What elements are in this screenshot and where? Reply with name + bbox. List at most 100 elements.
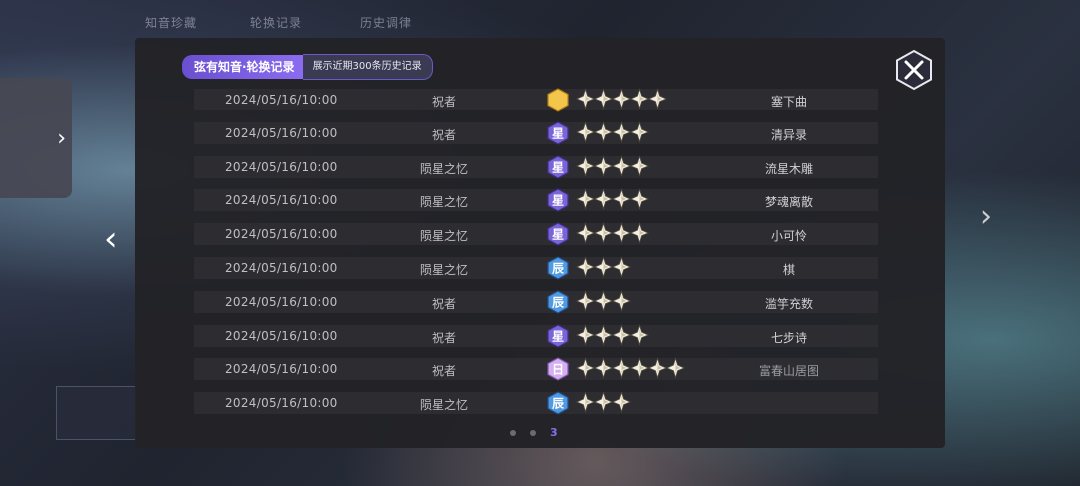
background-tab-3: 历史调律	[360, 16, 413, 30]
star-rating	[575, 188, 650, 212]
page-dot[interactable]	[510, 429, 516, 436]
record-row: 2024/05/16/10:00 陨星之忆 星 流星木雕	[194, 154, 878, 179]
star-icon	[575, 121, 596, 145]
star-icon	[575, 188, 596, 212]
star-rating	[575, 357, 686, 381]
star-icon	[611, 391, 632, 415]
record-row: 2024/05/16/10:00 祝者 星 清异录	[194, 121, 878, 145]
record-item: 小可怜	[770, 229, 807, 244]
star-icon	[593, 222, 614, 246]
record-row: 2024/05/16/10:00 祝者 日 富春山居图	[194, 357, 878, 382]
record-item: 梦魂离散	[764, 195, 813, 210]
chevron-right-icon[interactable]: ›	[980, 202, 992, 232]
page-dot[interactable]	[530, 429, 536, 436]
star-icon	[629, 357, 650, 381]
rarity-badge-icon: 星	[546, 222, 570, 246]
star-icon	[593, 290, 614, 314]
record-item: 塞下曲	[770, 95, 807, 109]
star-icon	[593, 121, 614, 145]
rarity-badge-icon: 星	[546, 323, 570, 348]
star-rating	[575, 256, 632, 280]
star-icon	[611, 154, 632, 179]
star-icon	[629, 323, 650, 348]
record-row: 2024/05/16/10:00 陨星之忆 星 小可怜	[194, 222, 878, 246]
star-icon	[611, 121, 632, 145]
record-date: 2024/05/16/10:00	[225, 159, 338, 174]
record-row: 2024/05/16/10:00 祝者 星 七步诗	[194, 323, 878, 348]
record-pool: 陨星之忆	[419, 229, 468, 244]
record-row: 2024/05/16/10:00 陨星之忆 辰	[194, 391, 878, 415]
record-pool: 祝者	[431, 127, 456, 142]
star-rating	[575, 88, 668, 112]
svg-text:星: 星	[552, 160, 564, 174]
record-row: 2024/05/16/10:00 祝者 辰 滥竽充数	[194, 290, 878, 314]
rarity-badge-icon: 辰	[546, 391, 570, 415]
close-x-icon	[896, 49, 932, 91]
close-button[interactable]	[893, 49, 935, 91]
star-rating	[575, 121, 650, 145]
current-page[interactable]: 3	[550, 426, 558, 439]
record-pool: 陨星之忆	[419, 398, 468, 413]
star-rating	[575, 222, 650, 246]
record-row: 2024/05/16/10:00 陨星之忆 辰 棋	[194, 256, 878, 280]
svg-text:星: 星	[552, 228, 564, 242]
star-rating	[575, 290, 632, 314]
svg-text:星: 星	[552, 194, 564, 208]
record-date: 2024/05/16/10:00	[225, 93, 338, 107]
rarity-badge-icon: 星	[546, 121, 570, 145]
record-list[interactable]: 2024/05/16/10:00 祝者 塞下曲 2024/05/16/10:00 祝者星…	[194, 88, 878, 426]
dialog-title: 弦有知音·轮换记录	[182, 55, 303, 79]
record-date: 2024/05/16/10:00	[225, 362, 338, 377]
star-icon	[575, 391, 596, 415]
star-icon	[575, 290, 596, 314]
star-icon	[629, 88, 650, 112]
star-icon	[611, 357, 632, 381]
background-tab-2: 轮换记录	[250, 16, 303, 30]
record-pool: 祝者	[431, 296, 456, 311]
record-row: 2024/05/16/10:00 祝者 塞下曲	[194, 88, 878, 112]
star-rating	[575, 323, 650, 348]
star-icon	[575, 154, 596, 179]
record-item: 棋	[782, 262, 795, 277]
record-date: 2024/05/16/10:00	[225, 260, 338, 275]
dialog-subtitle: 展示近期300条历史记录	[302, 54, 433, 80]
record-pool: 祝者	[431, 330, 456, 345]
record-date: 2024/05/16/10:00	[225, 227, 338, 242]
chevron-left-icon[interactable]: ‹	[104, 222, 118, 256]
record-date: 2024/05/16/10:00	[225, 193, 338, 208]
star-icon	[593, 188, 614, 212]
star-icon	[593, 88, 614, 112]
star-icon	[629, 222, 650, 246]
star-icon	[593, 154, 614, 179]
star-icon	[611, 323, 632, 348]
star-icon	[665, 357, 686, 381]
record-row: 2024/05/16/10:00 陨星之忆 星 梦魂离散	[194, 188, 878, 213]
pagination: 3	[510, 426, 558, 439]
rarity-badge-icon	[546, 88, 570, 112]
star-icon	[611, 222, 632, 246]
svg-text:辰: 辰	[552, 261, 564, 275]
record-pool: 陨星之忆	[419, 262, 468, 277]
star-icon	[629, 188, 650, 212]
record-pool: 祝者	[431, 95, 456, 109]
star-icon	[575, 323, 596, 348]
record-item: 流星木雕	[764, 161, 813, 176]
star-icon	[611, 256, 632, 280]
star-icon	[611, 88, 632, 112]
record-pool: 陨星之忆	[419, 195, 468, 210]
record-pool: 祝者	[431, 364, 456, 379]
svg-text:星: 星	[552, 329, 564, 343]
record-date: 2024/05/16/10:00	[225, 294, 338, 309]
side-drawer[interactable]: ›	[0, 78, 72, 198]
record-date: 2024/05/16/10:00	[225, 125, 338, 140]
dialog-header: 弦有知音·轮换记录 展示近期300条历史记录	[182, 54, 433, 80]
star-icon	[575, 357, 596, 381]
star-icon	[629, 121, 650, 145]
star-rating	[575, 391, 632, 415]
record-item: 七步诗	[770, 330, 807, 345]
rarity-badge-icon: 日	[546, 357, 570, 382]
record-item: 滥竽充数	[764, 296, 813, 311]
star-icon	[575, 222, 596, 246]
record-date: 2024/05/16/10:00	[225, 328, 338, 343]
star-icon	[575, 256, 596, 280]
